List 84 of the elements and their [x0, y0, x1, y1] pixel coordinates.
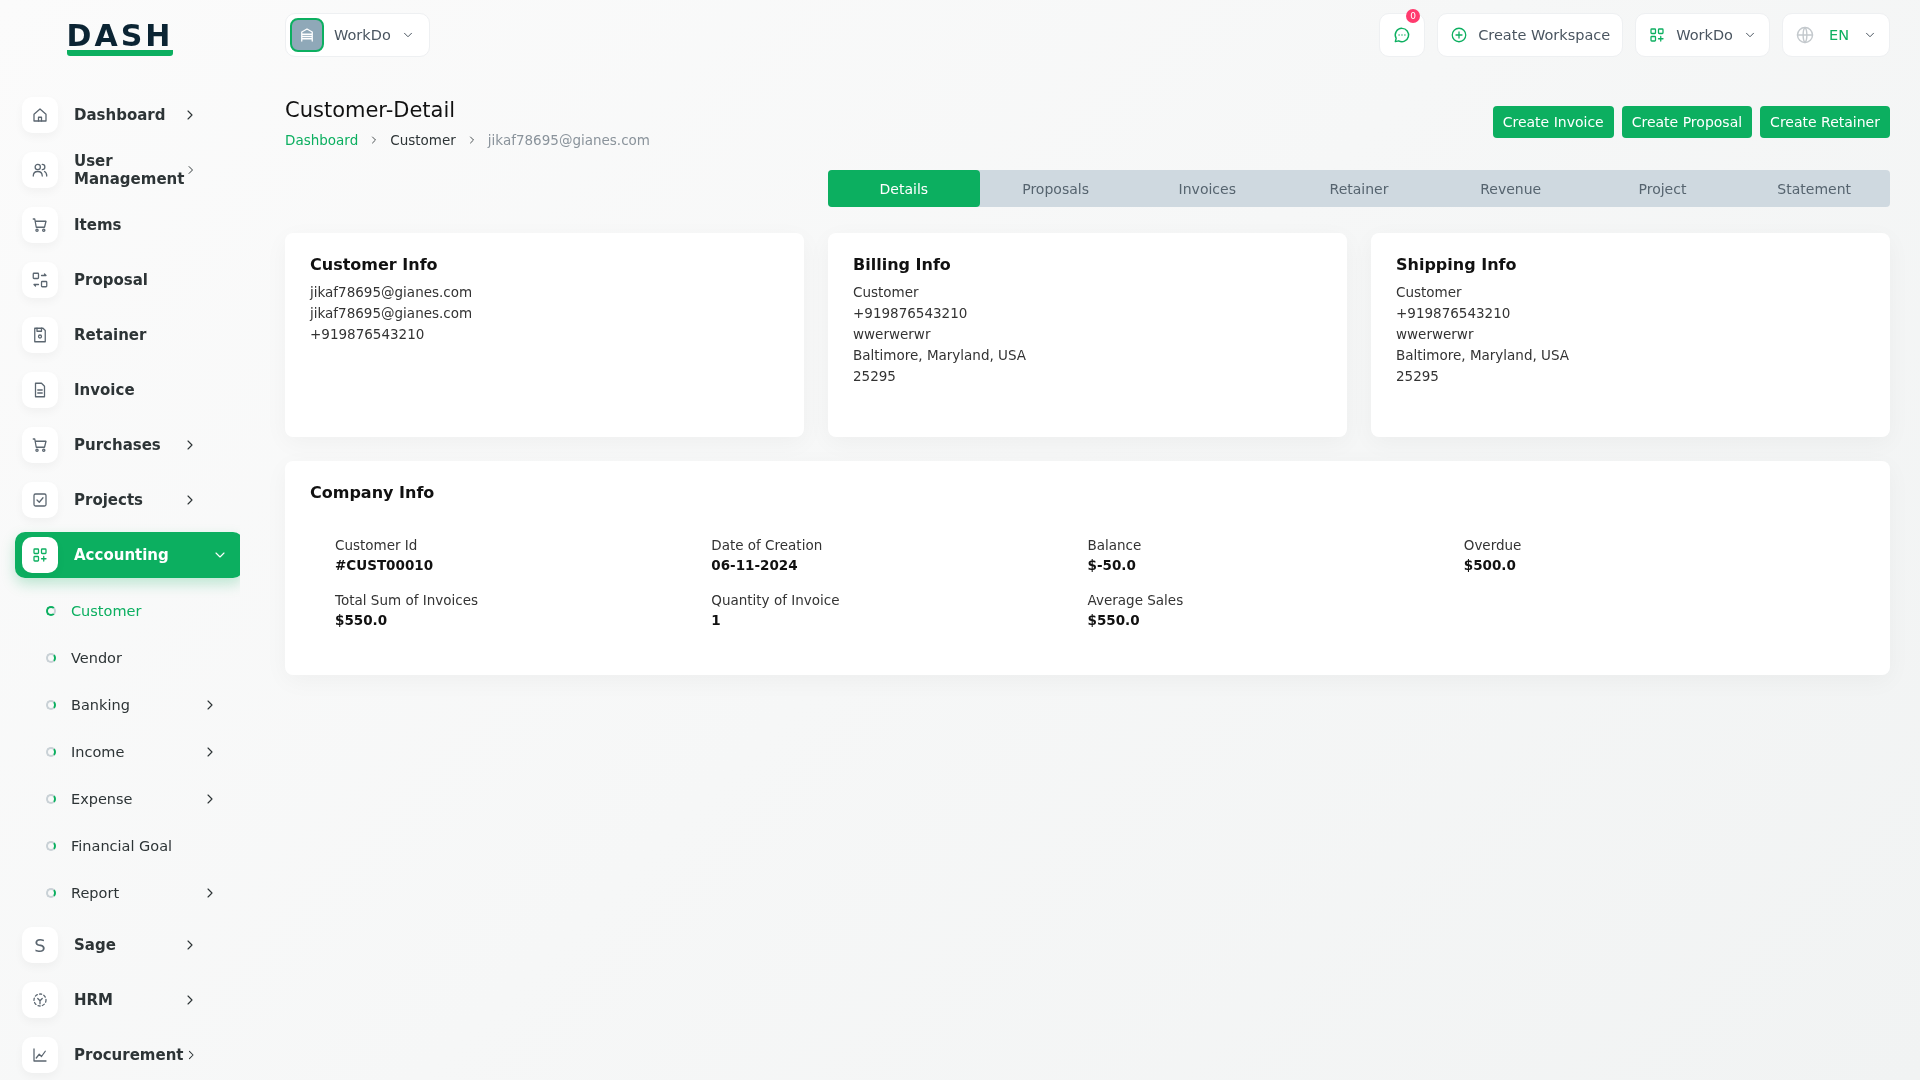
info-line: Customer	[1396, 283, 1463, 302]
card-title: Customer Info	[310, 255, 439, 274]
letter-icon: S	[34, 934, 46, 956]
submenu-item[interactable]: Banking	[38, 681, 240, 728]
sidebar-item[interactable]: User Management	[22, 147, 240, 193]
field-label: Average Sales	[1087, 591, 1185, 610]
submenu-item[interactable]: Report	[38, 869, 240, 916]
info-line: +919876543210	[853, 304, 969, 323]
info-line: jikaf78695@gianes.com	[310, 283, 474, 302]
sidebar-item[interactable]: S Sage	[22, 922, 240, 968]
tab[interactable]: Retainer	[1283, 170, 1435, 207]
tab[interactable]: Invoices	[1131, 170, 1284, 207]
bullet-icon	[46, 746, 56, 757]
submenu-item[interactable]: Expense	[38, 775, 240, 822]
field-label: Total Sum of Invoices	[335, 591, 479, 610]
save-icon	[31, 326, 49, 344]
card-title: Billing Info	[853, 255, 952, 274]
field-label: Overdue	[1463, 536, 1523, 555]
plus-circle-icon	[1450, 26, 1469, 44]
sidebar-item[interactable]: Procurement	[22, 1032, 240, 1078]
home-icon	[31, 106, 49, 124]
sidebar-item[interactable]: HRM	[22, 977, 240, 1023]
cart-icon	[31, 216, 49, 234]
users-icon	[31, 161, 49, 179]
field-label: Quantity of Invoice	[711, 591, 841, 610]
info-line: Customer	[853, 283, 920, 302]
info-line: +919876543210	[1396, 304, 1512, 323]
sidebar-item[interactable]: Projects	[22, 477, 240, 523]
info-line: 25295	[853, 367, 897, 386]
bullet-icon	[46, 699, 56, 710]
dashed-circle-icon	[31, 991, 49, 1009]
info-line: wwerwerwr	[853, 325, 932, 344]
bullet-icon	[46, 605, 56, 616]
field-value: 06-11-2024	[711, 556, 799, 575]
create-workspace-button[interactable]: Create Workspace	[1437, 13, 1624, 57]
info-line: Baltimore, Maryland, USA	[1396, 346, 1570, 365]
breadcrumb-item: jikaf78695@gianes.com	[487, 132, 650, 148]
card-title: Company Info	[310, 483, 436, 502]
swap-icon	[31, 271, 49, 289]
chart-icon	[31, 1046, 49, 1064]
bullet-icon	[46, 652, 56, 663]
grid-plus-icon	[31, 546, 49, 564]
info-line: +919876543210	[310, 325, 426, 344]
field-value: $-50.0	[1087, 556, 1137, 575]
workspace-dropdown[interactable]: WorkDo	[285, 13, 430, 57]
grid-plus-icon	[1648, 26, 1667, 44]
card-title: Shipping Info	[1396, 255, 1518, 274]
company-dropdown[interactable]: WorkDo	[1635, 13, 1770, 57]
sidebar-item[interactable]: Retainer	[22, 312, 240, 358]
globe-icon	[1795, 25, 1815, 45]
building-icon	[298, 26, 316, 44]
info-line: 25295	[1396, 367, 1440, 386]
breadcrumb-item: Customer	[390, 132, 456, 148]
sidebar-item[interactable]: Dashboard	[22, 92, 240, 138]
bullet-icon	[46, 887, 56, 898]
cart-icon	[31, 436, 49, 454]
sidebar-item[interactable]: Purchases	[22, 422, 240, 468]
tab[interactable]: Proposals	[979, 170, 1132, 207]
info-line: Baltimore, Maryland, USA	[853, 346, 1027, 365]
submenu-item[interactable]: Financial Goal	[38, 822, 240, 869]
page-title: Customer-Detail	[285, 98, 457, 122]
bullet-icon	[46, 840, 56, 851]
field-value: 1	[711, 611, 722, 630]
submenu-item[interactable]: Vendor	[38, 634, 240, 681]
info-line: wwerwerwr	[1396, 325, 1475, 344]
field-label: Customer Id	[335, 536, 419, 555]
sidebar-item[interactable]: Proposal	[22, 257, 240, 303]
tab[interactable]: Statement	[1738, 170, 1891, 207]
sidebar-item[interactable]: Invoice	[22, 367, 240, 413]
checkbox-icon	[31, 491, 49, 509]
tab[interactable]: Project	[1586, 170, 1739, 207]
bullet-icon	[46, 793, 56, 804]
info-line: jikaf78695@gianes.com	[310, 304, 474, 323]
submenu-item[interactable]: Income	[38, 728, 240, 775]
sidebar-item[interactable]: Items	[22, 202, 240, 248]
field-label: Balance	[1087, 536, 1143, 555]
field-value: $550.0	[335, 611, 389, 630]
logo: DASH	[66, 22, 174, 56]
notification-badge: 0	[1406, 9, 1421, 23]
field-label: Date of Creation	[711, 536, 824, 555]
field-value: $500.0	[1463, 556, 1517, 575]
field-value: $550.0	[1087, 611, 1141, 630]
field-value: #CUST00010	[335, 556, 435, 575]
tab[interactable]: Revenue	[1434, 170, 1587, 207]
